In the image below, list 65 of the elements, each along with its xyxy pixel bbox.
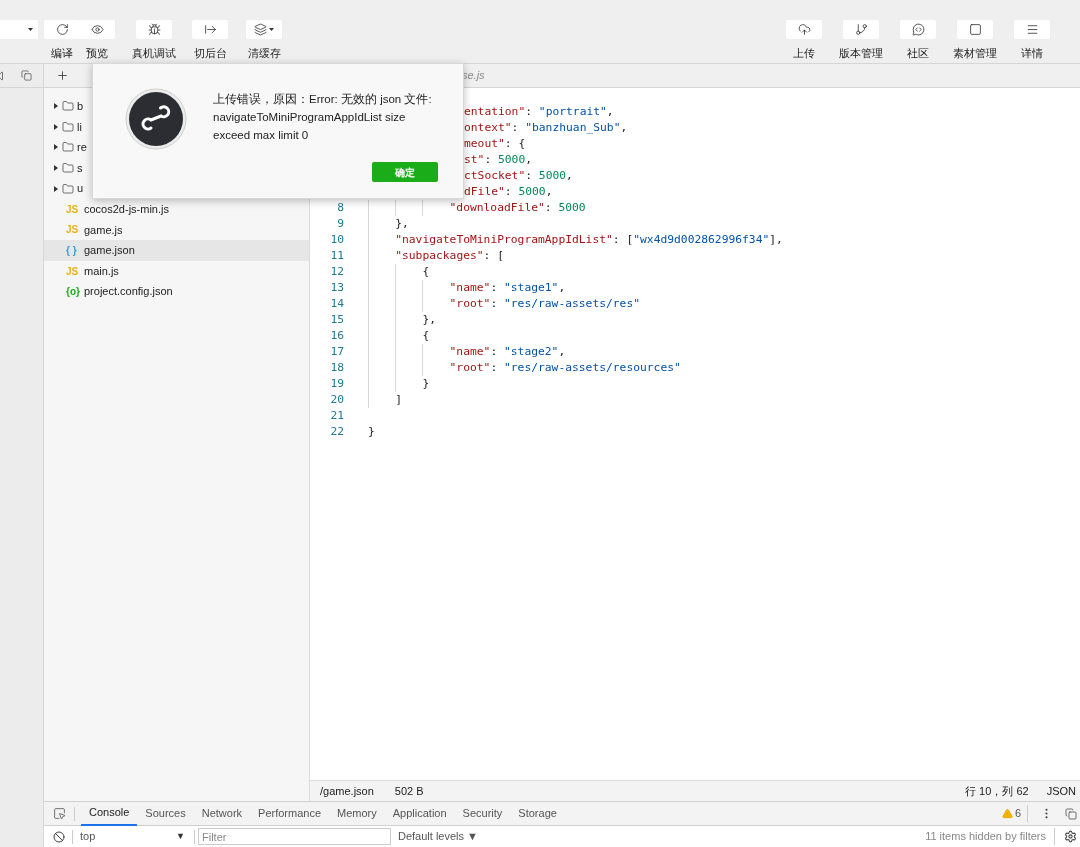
file-name: game.js: [84, 222, 123, 238]
toolbar-label: 编译: [51, 48, 73, 59]
line-number: 21: [329, 408, 344, 424]
line-number: 9: [336, 216, 344, 232]
file-type-icon: JS: [66, 222, 84, 238]
code-text: {: [422, 328, 430, 344]
code-text: {: [422, 264, 430, 280]
line-number: 16: [329, 328, 344, 344]
line-number: 10: [329, 232, 344, 248]
line-number: 17: [329, 344, 344, 360]
code-text: "root": "res/raw-assets/resources": [449, 360, 681, 376]
line-number: 14: [329, 296, 344, 312]
file-name: project.config.json: [84, 284, 173, 300]
toolbar-label: 社区: [907, 48, 929, 59]
error-message: 上传错误，原因：Error: 无效的 json 文件: navigateToMiniProgramAppIdList size exceed max limit 0: [213, 92, 433, 143]
code-text: "navigateToMiniProgramAppIdList": ["wx4d9d002862996f34"],: [395, 232, 783, 248]
toolbar-label: 清缓存: [247, 48, 281, 59]
line-number: 18: [329, 360, 344, 376]
code-text: ontext": "banzhuan_Sub",: [464, 120, 628, 136]
code-text: st": 5000,: [464, 152, 533, 168]
line-number: 12: [329, 264, 344, 280]
code-text: ctSocket": 5000,: [464, 168, 573, 184]
code-text: }: [368, 424, 375, 440]
line-number: 19: [329, 376, 344, 392]
line-number: 8: [336, 200, 344, 216]
line-number: 20: [329, 392, 344, 408]
line-number: 15: [329, 312, 344, 328]
line-number: 22: [329, 424, 344, 440]
file-name: s: [77, 160, 83, 176]
hidden-items-note: 11 items hidden by filters: [925, 828, 1055, 845]
code-text: meout": {: [464, 136, 526, 152]
code-text: dFile": 5000,: [464, 184, 553, 200]
code-text: "subpackages": [: [395, 248, 504, 264]
toolbar-label: 素材管理: [953, 48, 997, 59]
file-path: /game.json: [320, 783, 374, 799]
toolbar-label: 切后台: [193, 48, 227, 59]
cursor-position: 行 10，列 62: [965, 783, 1029, 799]
toolbar-label: 真机调试: [132, 48, 176, 59]
toolbar-label: 详情: [1021, 48, 1043, 59]
file-name: cocos2d-js-min.js: [84, 202, 169, 217]
file-name: re: [77, 140, 87, 156]
code-text: ]: [395, 392, 402, 408]
file-name: li: [77, 119, 82, 135]
toolbar-label: 上传: [793, 48, 815, 59]
code-text: }: [422, 376, 430, 392]
code-text: },: [395, 216, 409, 232]
code-text: "name": "stage2",: [449, 344, 566, 360]
toolbar-label: 版本管理: [839, 48, 883, 59]
code-text: "name": "stage1",: [449, 280, 566, 296]
file-type-icon: {o}: [66, 284, 84, 300]
line-number: 13: [329, 280, 344, 296]
file-type-icon: { }: [66, 242, 84, 258]
code-text: entation": "portrait",: [464, 104, 614, 120]
code-text: "downloadFile": 5000: [449, 200, 586, 216]
file-name: u: [77, 181, 84, 197]
line-number: 11: [329, 248, 344, 264]
code-text: "root": "res/raw-assets/res": [449, 296, 640, 312]
file-name: game.json: [84, 243, 135, 259]
file-name: b: [77, 99, 84, 115]
file-type-icon: JS: [66, 201, 84, 217]
file-type-icon: JS: [66, 263, 84, 279]
file-name: main.js: [84, 263, 119, 279]
code-text: },: [422, 312, 436, 328]
file-size: 502 B: [394, 783, 424, 799]
toolbar-label: 预览: [86, 48, 108, 59]
